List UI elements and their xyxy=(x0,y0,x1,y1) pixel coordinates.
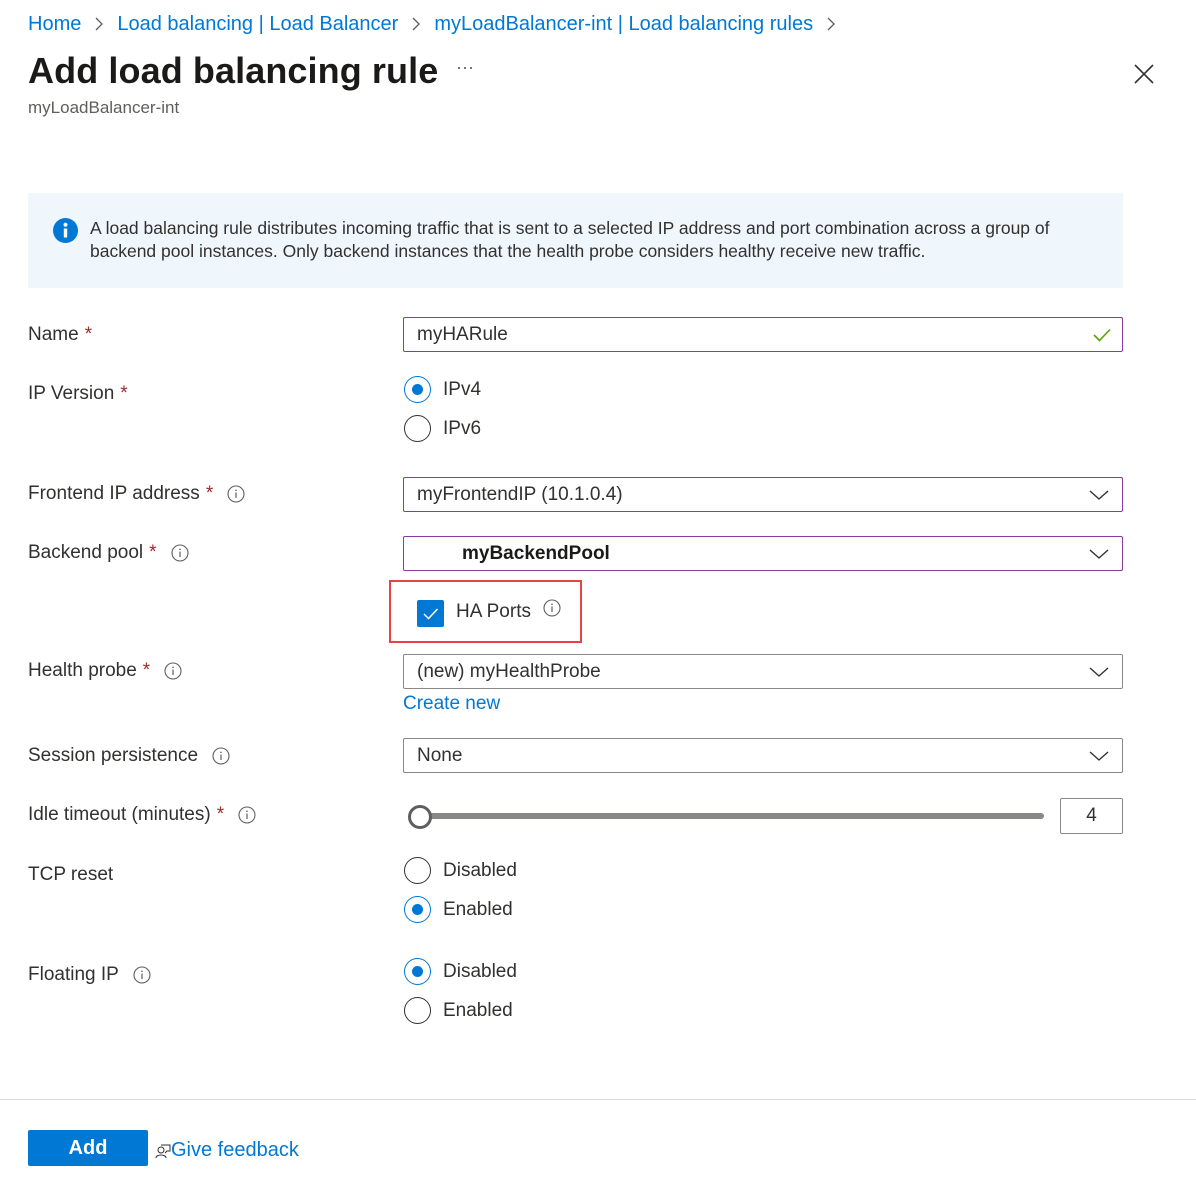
idle-timeout-label: Idle timeout (minutes) * xyxy=(28,804,256,826)
health-probe-value: (new) myHealthProbe xyxy=(417,660,601,682)
chevron-down-icon xyxy=(1089,549,1109,559)
idle-timeout-slider-thumb[interactable] xyxy=(408,805,432,829)
chevron-right-icon xyxy=(411,16,421,32)
chevron-down-icon xyxy=(1089,751,1109,761)
radio-circle xyxy=(404,415,431,442)
required-mark: * xyxy=(205,483,214,504)
chevron-right-icon xyxy=(826,16,836,32)
info-circle-icon[interactable] xyxy=(238,806,256,824)
backend-pool-value: myBackendPool xyxy=(462,542,610,564)
info-circle-icon[interactable] xyxy=(227,485,245,503)
radio-label: Disabled xyxy=(443,859,517,881)
radio-tcp-reset-disabled[interactable]: Disabled xyxy=(404,857,517,884)
close-button[interactable] xyxy=(1130,60,1158,88)
info-circle-icon[interactable] xyxy=(543,599,561,617)
required-mark: * xyxy=(149,542,157,563)
backend-pool-label: Backend pool * xyxy=(28,542,189,564)
chevron-right-icon xyxy=(94,16,104,32)
frontend-ip-dropdown[interactable]: myFrontendIP (10.1.0.4) xyxy=(403,477,1123,512)
radio-floating-ip-enabled[interactable]: Enabled xyxy=(404,997,513,1024)
close-icon xyxy=(1134,64,1154,84)
info-circle-icon[interactable] xyxy=(212,747,230,765)
health-probe-label: Health probe * xyxy=(28,660,182,682)
session-persistence-value: None xyxy=(417,744,463,766)
breadcrumb: Home Load balancing | Load Balancer myLo… xyxy=(28,10,849,38)
name-label-text: Name xyxy=(28,324,79,345)
backend-pool-label-text: Backend pool xyxy=(28,542,144,563)
ha-ports-checkbox[interactable] xyxy=(417,600,444,627)
radio-tcp-reset-enabled[interactable]: Enabled xyxy=(404,896,513,923)
radio-circle xyxy=(404,997,431,1024)
give-feedback-link[interactable]: Give feedback xyxy=(155,1139,299,1162)
breadcrumb-home[interactable]: Home xyxy=(28,13,81,36)
health-probe-dropdown[interactable]: (new) myHealthProbe xyxy=(403,654,1123,689)
session-persistence-label: Session persistence xyxy=(28,745,230,767)
required-mark: * xyxy=(120,383,128,404)
give-feedback-label: Give feedback xyxy=(171,1139,299,1161)
tcp-reset-label: TCP reset xyxy=(28,864,113,886)
backend-pool-dropdown[interactable]: myBackendPool xyxy=(403,536,1123,571)
ha-ports-label[interactable]: HA Ports xyxy=(456,601,531,623)
create-new-link[interactable]: Create new xyxy=(403,693,500,715)
feedback-icon xyxy=(155,1144,171,1158)
radio-label: Enabled xyxy=(443,999,513,1021)
page-subtitle: myLoadBalancer-int xyxy=(28,98,180,117)
frontend-ip-label: Frontend IP address * xyxy=(28,483,245,505)
valid-check-icon xyxy=(1093,328,1111,342)
session-persistence-dropdown[interactable]: None xyxy=(403,738,1123,773)
footer-divider xyxy=(0,1099,1196,1100)
breadcrumb-load-balancing[interactable]: Load balancing | Load Balancer xyxy=(117,13,398,36)
info-circle-icon[interactable] xyxy=(171,544,189,562)
info-icon xyxy=(53,218,78,243)
info-banner-text: A load balancing rule distributes incomi… xyxy=(90,218,1050,261)
required-mark: * xyxy=(84,324,93,345)
frontend-ip-value: myFrontendIP (10.1.0.4) xyxy=(417,483,623,505)
chevron-down-icon xyxy=(1089,667,1109,677)
health-probe-label-text: Health probe xyxy=(28,660,137,681)
radio-label: Enabled xyxy=(443,898,513,920)
radio-circle xyxy=(404,857,431,884)
frontend-ip-label-text: Frontend IP address xyxy=(28,483,200,504)
floating-ip-label: Floating IP xyxy=(28,964,151,986)
ip-version-label: IP Version * xyxy=(28,383,128,405)
name-input-value: myHARule xyxy=(417,323,508,345)
idle-timeout-slider-track[interactable] xyxy=(420,813,1044,819)
floating-ip-label-text: Floating IP xyxy=(28,964,119,985)
add-button[interactable]: Add xyxy=(28,1130,148,1166)
more-options-button[interactable]: ··· xyxy=(452,58,478,80)
name-label: Name * xyxy=(28,324,92,346)
required-mark: * xyxy=(216,804,225,825)
breadcrumb-load-balancing-rules[interactable]: myLoadBalancer-int | Load balancing rule… xyxy=(434,13,813,36)
idle-timeout-label-text: Idle timeout (minutes) xyxy=(28,804,211,825)
radio-label: IPv6 xyxy=(443,417,482,439)
required-mark: * xyxy=(142,660,151,681)
radio-circle xyxy=(404,958,431,985)
chevron-down-icon xyxy=(1089,490,1109,500)
tcp-reset-label-text: TCP reset xyxy=(28,864,114,885)
radio-label: Disabled xyxy=(443,960,517,982)
radio-circle xyxy=(404,896,431,923)
info-circle-icon[interactable] xyxy=(164,662,182,680)
ip-version-label-text: IP Version xyxy=(28,383,115,404)
name-input[interactable]: myHARule xyxy=(403,317,1123,352)
radio-circle xyxy=(404,376,431,403)
page-title: Add load balancing rule xyxy=(28,50,439,91)
radio-label: IPv4 xyxy=(443,378,482,400)
radio-ipv6[interactable]: IPv6 xyxy=(404,415,481,442)
info-circle-icon[interactable] xyxy=(133,966,151,984)
session-persistence-label-text: Session persistence xyxy=(28,745,199,766)
checkmark-icon xyxy=(423,608,439,620)
radio-ipv4[interactable]: IPv4 xyxy=(404,376,481,403)
idle-timeout-input[interactable]: 4 xyxy=(1060,798,1123,834)
radio-floating-ip-disabled[interactable]: Disabled xyxy=(404,958,517,985)
